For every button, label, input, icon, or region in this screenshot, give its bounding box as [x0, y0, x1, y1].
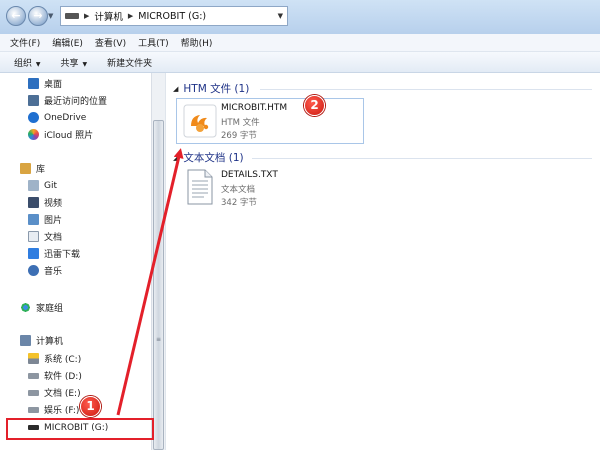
annotation-arrow	[116, 148, 184, 416]
step-badge-1: 1	[80, 396, 101, 417]
highlight-box-microbit-drive	[6, 418, 154, 440]
step-badge-2: 2	[304, 95, 325, 116]
